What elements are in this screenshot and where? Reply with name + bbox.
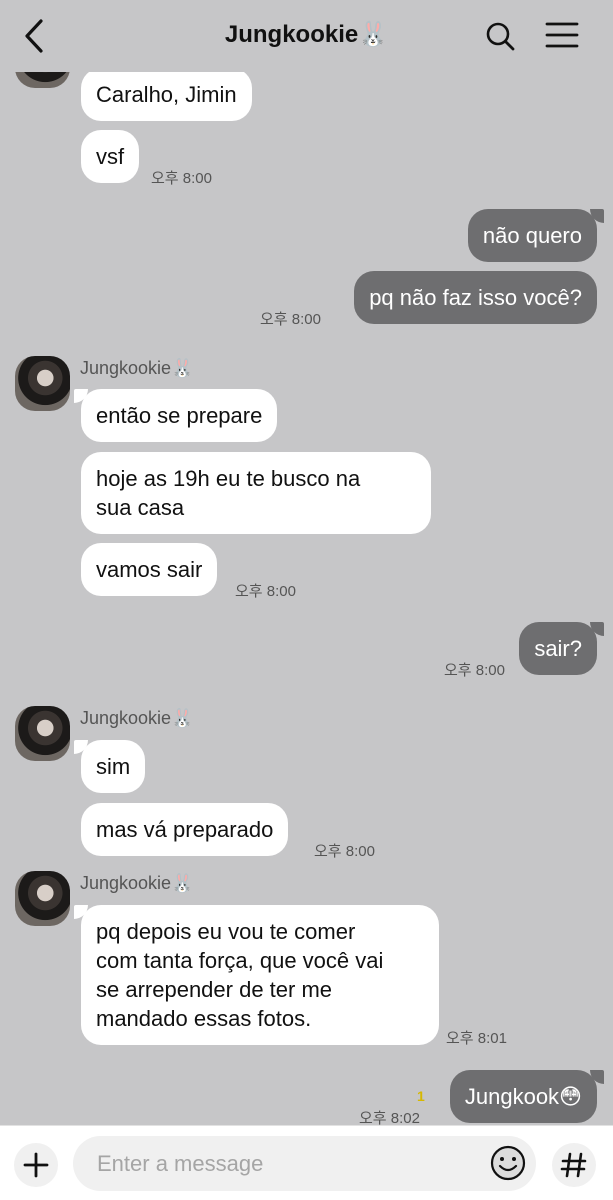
contact-avatar[interactable] [15, 706, 70, 761]
message-bubble-incoming[interactable]: hoje as 19h eu te busco na sua casa [81, 452, 431, 534]
message-bubble-incoming[interactable]: sim [73, 740, 146, 793]
message-bubble-outgoing[interactable]: Jungkook😳 [449, 1070, 605, 1123]
contact-avatar[interactable] [15, 871, 70, 926]
message-time: 오후 8:00 [260, 311, 321, 328]
message-composer [0, 1125, 613, 1200]
message-bubble-outgoing[interactable]: não quero [467, 209, 605, 262]
message-bubble-incoming[interactable]: vamos sair [81, 543, 218, 596]
message-bubble-outgoing[interactable]: sair? [519, 622, 604, 675]
message-time: 오후 8:00 [151, 170, 212, 187]
hamburger-menu-icon[interactable] [542, 16, 582, 56]
message-input-box[interactable] [73, 1136, 536, 1191]
plus-icon[interactable] [14, 1143, 58, 1187]
message-bubble-incoming[interactable]: Caralho, Jimin [81, 68, 252, 121]
message-bubble-incoming[interactable]: então se prepare [73, 389, 278, 442]
message-time: 오후 8:00 [444, 662, 505, 679]
contact-avatar[interactable] [15, 356, 70, 411]
message-time: 오후 8:00 [314, 843, 375, 860]
chat-header: Jungkookie🐰 [0, 0, 613, 72]
message-bubble-outgoing[interactable]: pq não faz isso você? [354, 271, 597, 324]
search-icon[interactable] [480, 16, 520, 56]
sender-name: Jungkookie🐰 [80, 708, 194, 728]
sender-name: Jungkookie🐰 [80, 873, 194, 893]
message-bubble-incoming[interactable]: vsf [81, 130, 140, 183]
sender-name: Jungkookie🐰 [80, 358, 194, 378]
emoji-icon[interactable] [488, 1143, 528, 1183]
message-bubble-incoming[interactable]: mas vá preparado [81, 803, 289, 856]
hashtag-icon[interactable] [552, 1143, 596, 1187]
message-input[interactable] [97, 1136, 477, 1191]
message-time: 오후 8:02 [359, 1110, 420, 1125]
message-bubble-incoming[interactable]: pq depois eu vou te comer com tanta forç… [74, 905, 439, 1045]
unread-count: 1 [417, 1088, 425, 1104]
message-time: 오후 8:01 [446, 1030, 507, 1047]
message-time: 오후 8:00 [235, 583, 296, 600]
chat-title: Jungkookie🐰 [224, 21, 389, 48]
chat-area[interactable]: Caralho, Jimin vsf 오후 8:00 não quero pq … [0, 0, 613, 1125]
